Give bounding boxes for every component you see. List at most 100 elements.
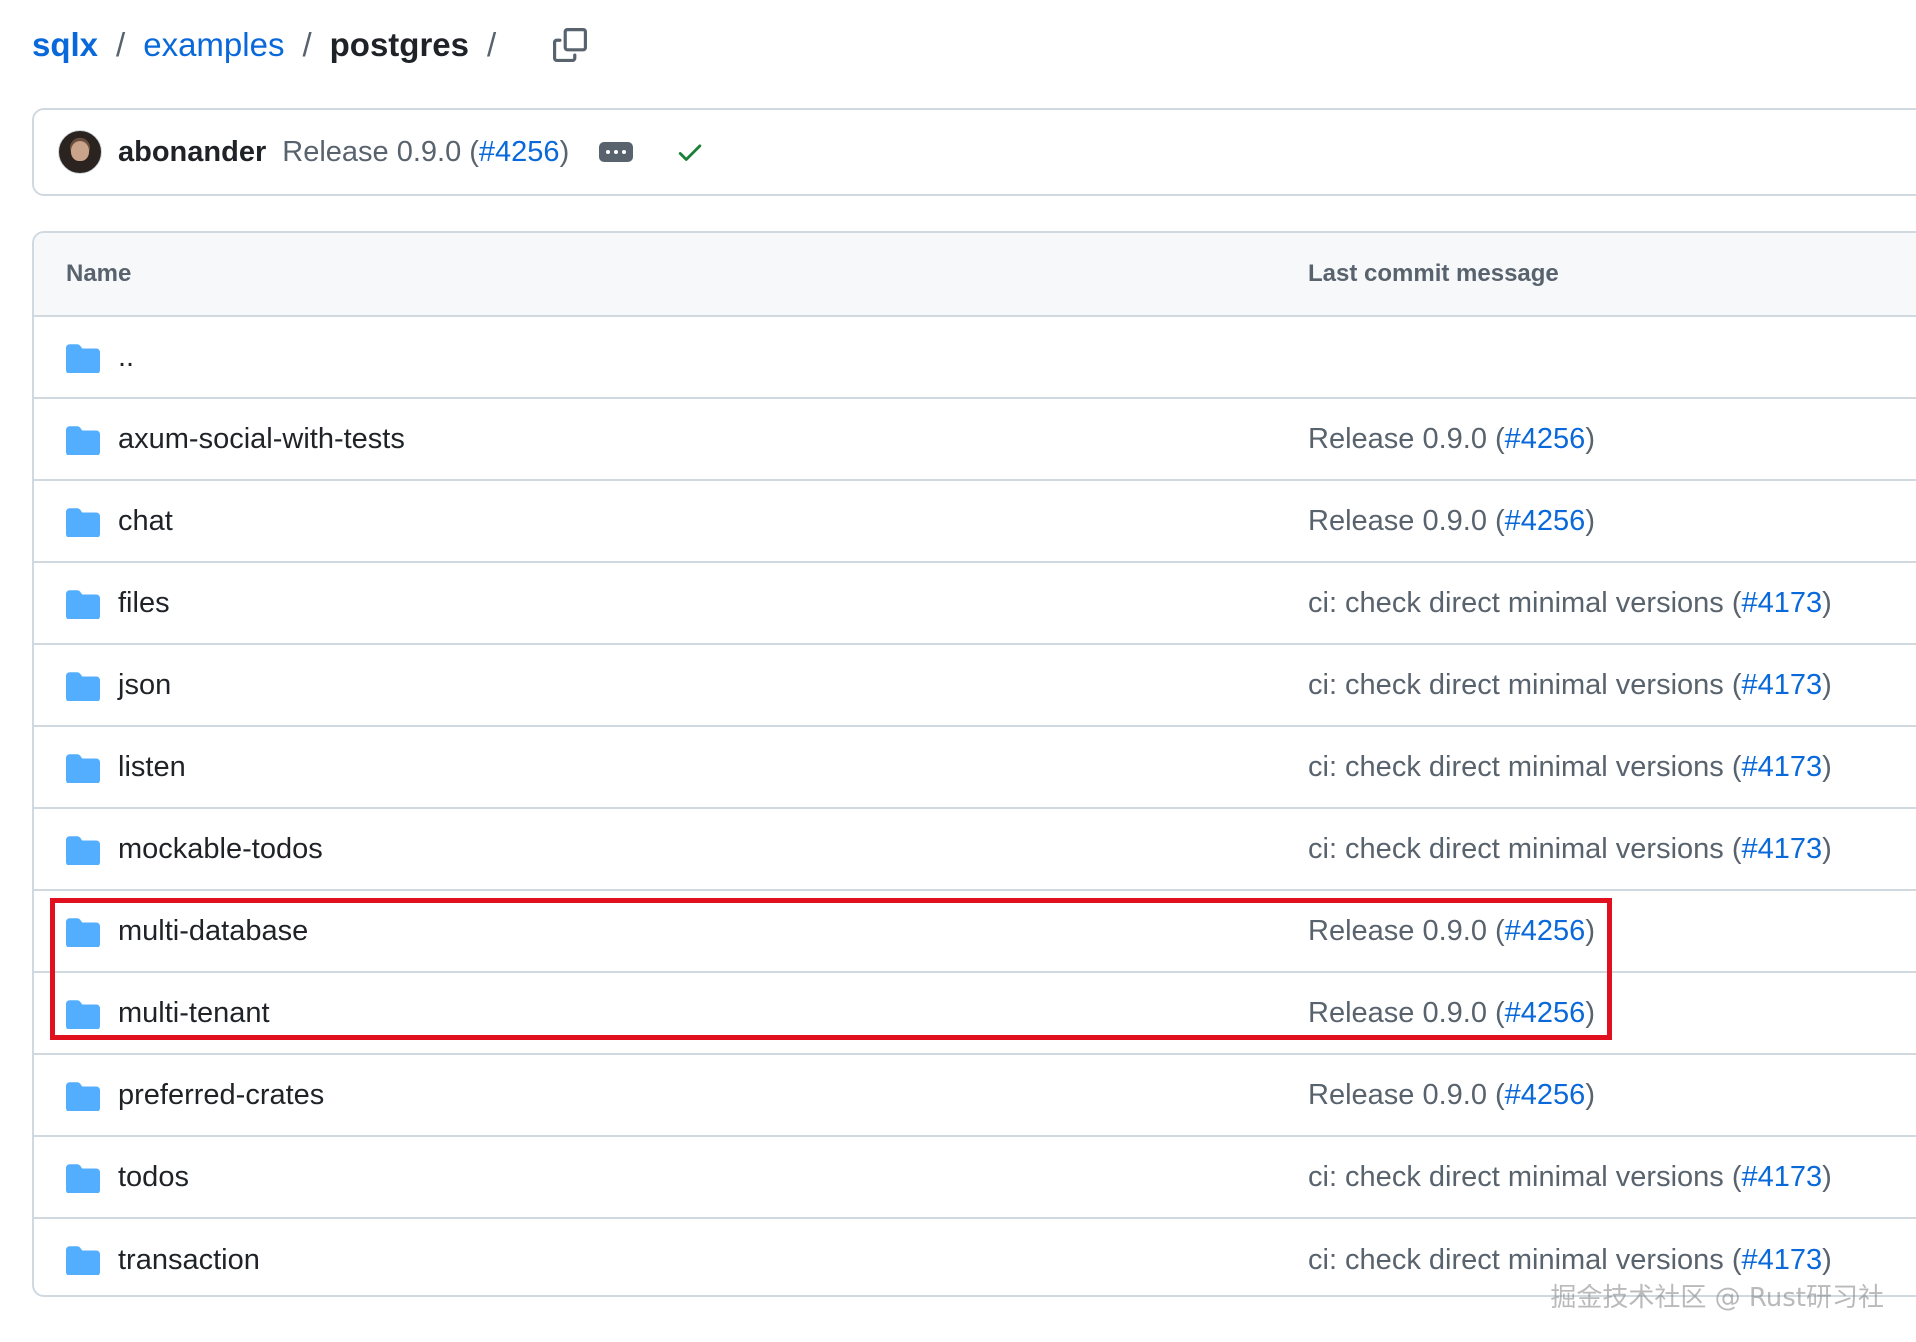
table-row[interactable]: listen ci: check direct minimal versions …: [34, 727, 1916, 809]
breadcrumb-examples-link[interactable]: examples: [143, 26, 284, 64]
commit-message[interactable]: Release 0.9.0 (#4256): [282, 136, 569, 169]
table-row[interactable]: mockable-todos ci: check direct minimal v…: [34, 809, 1916, 891]
file-table: Name Last commit message .. axum-social-w…: [32, 231, 1916, 1297]
breadcrumb-separator: /: [116, 26, 126, 63]
commit-message-text: Release 0.9.0 (: [1308, 1078, 1505, 1111]
file-name-link[interactable]: multi-tenant: [118, 997, 270, 1030]
commit-pr-link[interactable]: #4256: [1505, 423, 1586, 455]
table-row[interactable]: chat Release 0.9.0 (#4256): [34, 481, 1916, 563]
breadcrumb-separator: /: [302, 26, 312, 63]
commit-message-end: ): [1822, 750, 1832, 783]
commit-message-text: ci: check direct minimal versions (: [1308, 750, 1742, 783]
commit-message-end: ): [1585, 1078, 1595, 1111]
folder-icon: [66, 999, 100, 1030]
folder-icon: [66, 917, 100, 948]
commit-message-end: ): [1822, 668, 1832, 701]
file-name-link[interactable]: multi-database: [118, 915, 308, 948]
file-name-link[interactable]: preferred-crates: [118, 1079, 324, 1112]
commit-message-end: ): [559, 135, 570, 168]
commit-pr-link[interactable]: #4173: [1742, 587, 1823, 619]
commit-pr-link[interactable]: #4173: [1742, 1161, 1823, 1193]
breadcrumb-current: postgres: [329, 26, 469, 63]
table-row[interactable]: todos ci: check direct minimal versions (…: [34, 1137, 1916, 1219]
commit-pr-link[interactable]: #4256: [479, 136, 560, 168]
commit-pr-link[interactable]: #4173: [1742, 669, 1823, 701]
folder-icon: [66, 507, 100, 538]
commit-message-text: ci: check direct minimal versions (: [1308, 832, 1742, 865]
last-commit-message[interactable]: ci: check direct minimal versions (#4173…: [1308, 833, 1832, 866]
breadcrumb-separator: /: [487, 26, 497, 63]
commit-pr-link[interactable]: #4256: [1505, 997, 1586, 1029]
folder-icon: [66, 835, 100, 866]
page: sqlx / examples / postgres / abonander R…: [0, 0, 1916, 1342]
commit-message-end: ): [1822, 832, 1832, 865]
table-row[interactable]: json ci: check direct minimal versions (#…: [34, 645, 1916, 727]
commit-pr-link[interactable]: #4173: [1742, 833, 1823, 865]
table-row[interactable]: ..: [34, 317, 1916, 399]
file-name-link[interactable]: chat: [118, 505, 173, 538]
commit-message-text: Release 0.9.0 (: [1308, 504, 1505, 537]
watermark: 掘金技术社区 @ Rust研习社: [1550, 1283, 1884, 1313]
expand-commit-button[interactable]: [599, 142, 634, 162]
last-commit-message[interactable]: Release 0.9.0 (#4256): [1308, 423, 1595, 456]
folder-icon: [66, 425, 100, 456]
folder-icon: [66, 343, 100, 374]
commit-message-end: ): [1585, 422, 1595, 455]
folder-icon: [66, 589, 100, 620]
last-commit-message[interactable]: ci: check direct minimal versions (#4173…: [1308, 751, 1832, 784]
commit-pr-link[interactable]: #4256: [1505, 505, 1586, 537]
column-header-last-commit: Last commit message: [1308, 260, 1559, 287]
file-name-link[interactable]: json: [118, 669, 171, 702]
commit-message-text: Release 0.9.0 (: [1308, 914, 1505, 947]
commit-message-text: Release 0.9.0 (: [1308, 996, 1505, 1029]
last-commit-message[interactable]: ci: check direct minimal versions (#4173…: [1308, 669, 1832, 702]
breadcrumb-repo-link[interactable]: sqlx: [32, 26, 98, 64]
copy-icon[interactable]: [550, 25, 590, 65]
table-header: Name Last commit message: [34, 233, 1916, 317]
folder-icon: [66, 1245, 100, 1276]
file-name-link[interactable]: files: [118, 587, 170, 620]
table-row[interactable]: multi-database Release 0.9.0 (#4256): [34, 891, 1916, 973]
commit-message-end: ): [1822, 1243, 1832, 1276]
file-name-link[interactable]: transaction: [118, 1244, 260, 1277]
last-commit-message[interactable]: ci: check direct minimal versions (#4173…: [1308, 1161, 1832, 1194]
table-row[interactable]: multi-tenant Release 0.9.0 (#4256): [34, 973, 1916, 1055]
commit-message-end: ): [1822, 586, 1832, 619]
folder-icon: [66, 671, 100, 702]
commit-message-text: ci: check direct minimal versions (: [1308, 1160, 1742, 1193]
last-commit-message[interactable]: Release 0.9.0 (#4256): [1308, 915, 1595, 948]
avatar[interactable]: [58, 130, 102, 174]
commit-message-end: ): [1585, 914, 1595, 947]
commit-message-text: ci: check direct minimal versions (: [1308, 586, 1742, 619]
check-icon[interactable]: [675, 137, 705, 167]
table-row[interactable]: axum-social-with-tests Release 0.9.0 (#42…: [34, 399, 1916, 481]
file-name-link[interactable]: ..: [118, 341, 134, 374]
file-list: .. axum-social-with-tests Release 0.9.0 (#…: [34, 317, 1916, 1295]
file-name-link[interactable]: listen: [118, 751, 186, 784]
commit-message-end: ): [1585, 996, 1595, 1029]
folder-icon: [66, 1081, 100, 1112]
table-row[interactable]: preferred-crates Release 0.9.0 (#4256): [34, 1055, 1916, 1137]
file-name-link[interactable]: axum-social-with-tests: [118, 423, 405, 456]
commit-message-text: Release 0.9.0 (: [1308, 422, 1505, 455]
folder-icon: [66, 1163, 100, 1194]
commit-author[interactable]: abonander: [118, 136, 266, 169]
commit-pr-link[interactable]: #4256: [1505, 1079, 1586, 1111]
commit-message-text: ci: check direct minimal versions (: [1308, 668, 1742, 701]
commit-message-end: ): [1822, 1160, 1832, 1193]
table-row[interactable]: files ci: check direct minimal versions (…: [34, 563, 1916, 645]
last-commit-message[interactable]: Release 0.9.0 (#4256): [1308, 1079, 1595, 1112]
commit-pr-link[interactable]: #4173: [1742, 1244, 1823, 1276]
file-name-link[interactable]: mockable-todos: [118, 833, 323, 866]
last-commit-message[interactable]: ci: check direct minimal versions (#4173…: [1308, 587, 1832, 620]
last-commit-message[interactable]: Release 0.9.0 (#4256): [1308, 997, 1595, 1030]
column-header-name: Name: [66, 260, 132, 287]
last-commit-message[interactable]: ci: check direct minimal versions (#4173…: [1308, 1244, 1832, 1277]
breadcrumb: sqlx / examples / postgres /: [32, 20, 590, 70]
commit-pr-link[interactable]: #4256: [1505, 915, 1586, 947]
folder-icon: [66, 753, 100, 784]
commit-pr-link[interactable]: #4173: [1742, 751, 1823, 783]
commit-message-end: ): [1585, 504, 1595, 537]
file-name-link[interactable]: todos: [118, 1161, 189, 1194]
last-commit-message[interactable]: Release 0.9.0 (#4256): [1308, 505, 1595, 538]
